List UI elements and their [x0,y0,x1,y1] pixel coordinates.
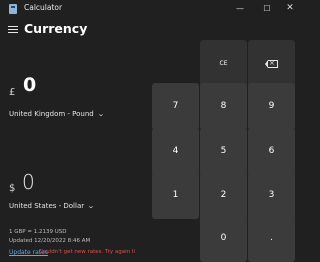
hamburger-icon[interactable] [8,26,18,34]
output-currency-symbol: $ [9,183,16,194]
decimal-point-button[interactable]: . [248,215,295,262]
backspace-button[interactable] [248,40,295,87]
chevron-down-icon: ⌄ [87,202,95,210]
minimize-button[interactable]: — [226,1,254,16]
chevron-down-icon: ⌄ [96,110,105,118]
input-currency-symbol: £ [9,87,16,98]
key-0[interactable]: 0 [200,215,247,262]
updated-timestamp: Updated 12/20/2022 8:46 AM [9,238,91,244]
input-value[interactable]: 0 [23,74,36,96]
error-message: Couldn't get new rates. Try again li [39,249,135,255]
close-button[interactable]: ✕ [276,1,304,16]
output-unit-dropdown[interactable]: United States - Dollar ⌄ [9,202,95,210]
title-bar: Calculator — ☐ ✕ [0,0,299,17]
key-8[interactable]: 8 [200,83,247,130]
clear-entry-button[interactable]: CE [200,40,247,87]
output-unit-label: United States - Dollar [9,202,85,210]
key-9[interactable]: 9 [248,83,295,130]
key-5[interactable]: 5 [200,128,247,175]
mode-title: Currency [24,21,88,36]
key-1[interactable]: 1 [152,172,199,219]
key-2[interactable]: 2 [200,172,247,219]
input-unit-label: United Kingdom - Pound [9,110,94,118]
exchange-rate-text: 1 GBP = 1.2139 USD [9,229,67,235]
calculator-app-icon [9,4,17,14]
app-title: Calculator [24,3,63,12]
key-6[interactable]: 6 [248,128,295,175]
key-3[interactable]: 3 [248,172,295,219]
key-4[interactable]: 4 [152,128,199,175]
input-unit-dropdown[interactable]: United Kingdom - Pound ⌄ [9,110,104,118]
output-value[interactable]: 0 [22,170,35,194]
key-7[interactable]: 7 [152,83,199,130]
backspace-icon [265,57,278,69]
